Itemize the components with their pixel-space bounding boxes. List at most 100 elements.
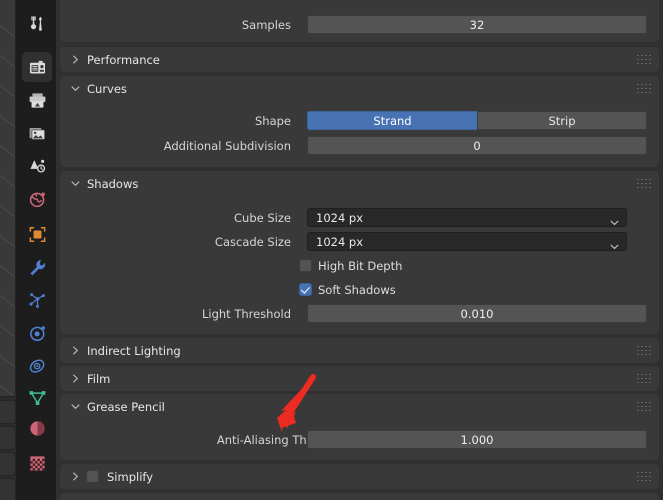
blender-properties-editor: Samples 32 Performance Curves Shape Stra…: [0, 0, 663, 500]
edge-button[interactable]: [0, 400, 16, 424]
wrench-icon: [28, 258, 47, 277]
drag-grip-icon[interactable]: [637, 401, 651, 412]
shape-toggle-group[interactable]: Strand Strip: [307, 111, 647, 130]
chevron-down-icon: [610, 239, 619, 253]
panel-simplify[interactable]: Simplify: [60, 464, 659, 489]
tab-render[interactable]: [22, 52, 52, 82]
scene-cone-icon: [28, 157, 47, 176]
panel-film[interactable]: Film: [60, 366, 659, 391]
anti-aliasing-threshold-field[interactable]: 1.000: [307, 430, 647, 449]
panel-clipped-bottom[interactable]: [60, 493, 659, 500]
drag-grip-icon[interactable]: [637, 83, 651, 94]
edge-button[interactable]: [0, 478, 16, 500]
light-threshold-field[interactable]: 0.010: [307, 304, 647, 323]
tab-world[interactable]: [22, 184, 52, 214]
tab-tool[interactable]: [22, 8, 52, 38]
tab-object[interactable]: [22, 219, 52, 249]
tab-material[interactable]: [22, 413, 52, 443]
panel-indirect-lighting-title: Indirect Lighting: [87, 343, 181, 358]
drag-grip-icon[interactable]: [637, 54, 651, 65]
additional-subdivision-field[interactable]: 0: [307, 136, 647, 155]
tab-texture[interactable]: [22, 448, 52, 478]
edge-button[interactable]: [0, 452, 16, 476]
panel-performance-title: Performance: [87, 52, 160, 67]
row-cube-size: Cube Size 1024 px: [60, 207, 659, 228]
panel-simplify-title: Simplify: [107, 469, 154, 484]
panel-shadows-title: Shadows: [87, 176, 139, 191]
tool-icon: [28, 14, 47, 33]
cube-size-value: 1024 px: [316, 210, 364, 225]
constraint-icon: [28, 357, 47, 376]
row-anti-aliasing-threshold: Anti-Aliasing Threshold 1.000: [60, 429, 659, 450]
chevron-right-icon: [71, 471, 80, 481]
cube-size-dropdown[interactable]: 1024 px: [307, 208, 627, 227]
cube-size-label: Cube Size: [234, 210, 291, 225]
panel-film-title: Film: [87, 371, 111, 386]
render-camera-icon: [28, 58, 47, 77]
high-bit-depth-label: High Bit Depth: [318, 258, 403, 273]
row-high-bit-depth: High Bit Depth: [60, 255, 659, 276]
tab-data[interactable]: [22, 382, 52, 412]
mesh-triangle-icon: [28, 388, 47, 407]
panel-grease-pencil: Grease Pencil Anti-Aliasing Threshold 1.…: [60, 394, 659, 460]
printer-icon: [28, 91, 47, 110]
row-soft-shadows: Soft Shadows: [60, 279, 659, 300]
panel-curves-header[interactable]: Curves: [60, 76, 659, 101]
row-additional-subdivision: Additional Subdivision 0: [60, 135, 659, 156]
soft-shadows-label: Soft Shadows: [318, 282, 396, 297]
object-square-icon: [28, 225, 47, 244]
chevron-down-icon: [71, 179, 80, 188]
soft-shadows-checkbox[interactable]: [299, 283, 312, 296]
drag-grip-icon[interactable]: [637, 178, 651, 189]
drag-grip-icon[interactable]: [637, 373, 651, 384]
cascade-size-label: Cascade Size: [214, 234, 291, 249]
chevron-right-icon: [71, 54, 80, 64]
shape-option-strip[interactable]: Strip: [477, 111, 647, 130]
shape-option-strand[interactable]: Strand: [307, 111, 477, 130]
panel-indirect-lighting[interactable]: Indirect Lighting: [60, 338, 659, 363]
panel-performance[interactable]: Performance: [60, 47, 659, 72]
chevron-down-icon: [610, 215, 619, 229]
light-threshold-label: Light Threshold: [201, 306, 291, 321]
world-globe-icon: [28, 190, 47, 209]
tab-constraints[interactable]: [22, 351, 52, 381]
images-icon: [28, 124, 47, 143]
panel-curves: Curves Shape Strand Strip Additional Sub…: [60, 76, 659, 167]
row-light-threshold: Light Threshold 0.010: [60, 303, 659, 324]
panel-grease-pencil-header[interactable]: Grease Pencil: [60, 394, 659, 419]
high-bit-depth-checkbox[interactable]: [299, 259, 312, 272]
cascade-size-dropdown[interactable]: 1024 px: [307, 232, 627, 251]
tab-physics[interactable]: [22, 318, 52, 348]
panel-indirect-lighting-header[interactable]: Indirect Lighting: [60, 338, 659, 363]
drag-grip-icon[interactable]: [637, 345, 651, 356]
edge-button[interactable]: [0, 426, 16, 450]
panel-simplify-header[interactable]: Simplify: [60, 464, 659, 489]
row-shape: Shape Strand Strip: [60, 110, 659, 131]
drag-grip-icon[interactable]: [637, 471, 651, 482]
panel-performance-header[interactable]: Performance: [60, 47, 659, 72]
panel-grease-pencil-title: Grease Pencil: [87, 399, 165, 414]
simplify-checkbox[interactable]: [86, 470, 99, 483]
material-sphere-icon: [28, 419, 47, 438]
tab-particles[interactable]: [22, 285, 52, 315]
panel-curves-title: Curves: [87, 81, 127, 96]
panel-shadows-header[interactable]: Shadows: [60, 171, 659, 196]
shape-label: Shape: [254, 113, 291, 128]
tab-output[interactable]: [22, 85, 52, 115]
adjacent-editor-sliver: [0, 0, 16, 500]
samples-label: Samples: [241, 17, 291, 32]
panel-film-header[interactable]: Film: [60, 366, 659, 391]
chevron-right-icon: [71, 373, 80, 383]
properties-panel: Samples 32 Performance Curves Shape Stra…: [56, 0, 663, 500]
tab-view-layer[interactable]: [22, 118, 52, 148]
cascade-size-value: 1024 px: [316, 234, 364, 249]
tab-scene[interactable]: [22, 151, 52, 181]
row-samples: Samples 32: [60, 14, 659, 35]
viewport-edge: [0, 0, 16, 397]
samples-field[interactable]: 32: [307, 15, 647, 34]
additional-subdivision-label: Additional Subdivision: [163, 138, 291, 153]
physics-orbit-icon: [28, 324, 47, 343]
particles-icon: [28, 291, 47, 310]
sampling-block: Samples 32: [60, 0, 659, 42]
tab-modifiers[interactable]: [22, 252, 52, 282]
